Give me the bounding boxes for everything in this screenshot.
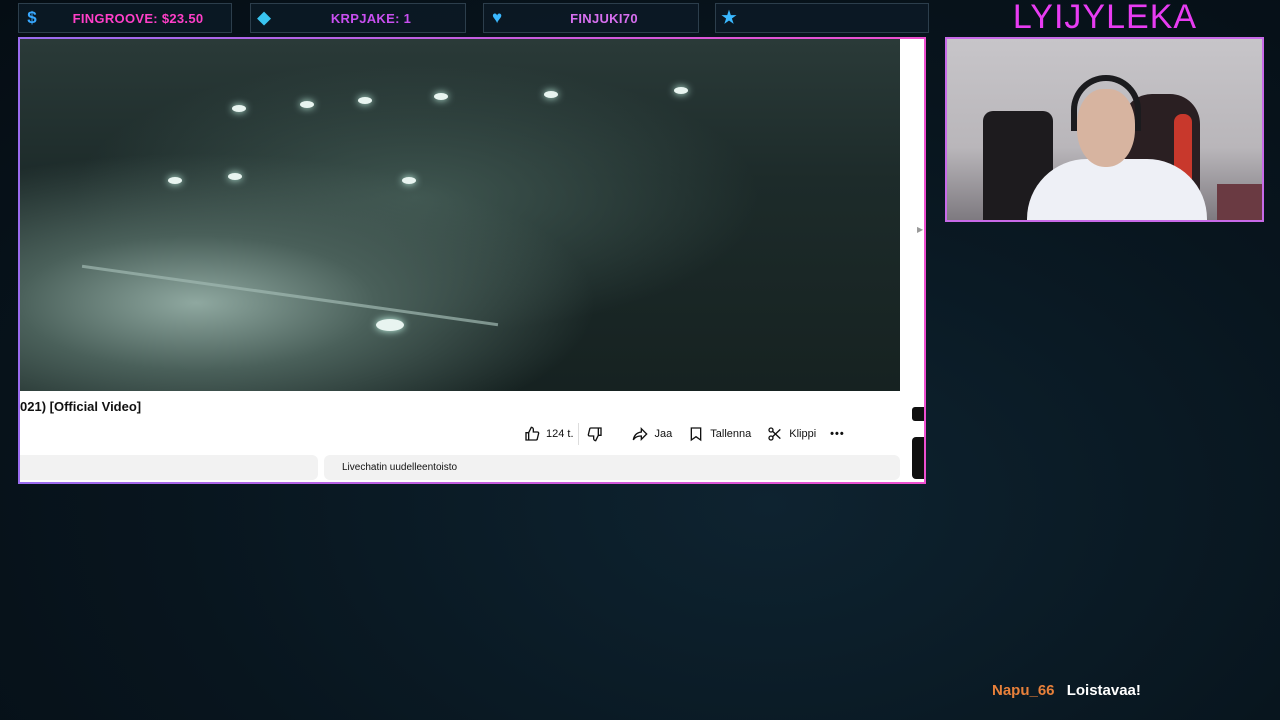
stage-light	[300, 101, 314, 108]
alert-text: FINJUKI70	[570, 10, 638, 26]
alert-text: KRPJAKE: 1	[330, 10, 412, 26]
bookmark-icon	[690, 427, 702, 442]
alert-top-donation: $ FINGROOVE: $23.50	[18, 3, 232, 33]
like-button[interactable]: 124 t.	[516, 423, 578, 445]
dislike-button[interactable]	[577, 423, 623, 445]
streamer-body	[1027, 159, 1207, 220]
stage-light	[168, 177, 182, 184]
save-button[interactable]: Tallenna	[680, 423, 759, 445]
video-player[interactable]	[20, 39, 900, 391]
alert-text: FINGROOVE: $23.50	[72, 10, 204, 26]
side-badge	[912, 437, 924, 479]
chat-username: Napu_66	[992, 682, 1055, 699]
thumbs-up-icon	[525, 426, 540, 441]
clip-label: Klippi	[789, 428, 817, 440]
dollar-icon: $	[27, 8, 37, 27]
chat-replay-button[interactable]: Livechatin uudelleentoisto	[324, 455, 900, 480]
stage-light	[402, 177, 416, 184]
share-icon	[632, 427, 648, 441]
like-count: 124 t.	[546, 428, 574, 440]
webcam-feed	[945, 37, 1264, 222]
stage-light	[358, 97, 372, 104]
share-button[interactable]: Jaa	[623, 423, 681, 445]
heart-icon: ♥	[491, 8, 503, 27]
save-label: Tallenna	[710, 428, 752, 440]
channel-name: LYIJYLEKA	[1012, 0, 1198, 36]
stage-light	[434, 93, 448, 100]
stage-light	[228, 173, 242, 180]
scissors-icon	[768, 427, 782, 441]
alert-latest-follower: ♥ FINJUKI70	[483, 3, 699, 33]
thumbs-down-icon	[587, 427, 602, 442]
chat-text: Loistavaa!	[1066, 682, 1141, 699]
more-actions-button[interactable]: •••	[824, 423, 851, 445]
stage-light	[674, 87, 688, 94]
stage-edge	[81, 264, 499, 327]
browser-capture: ▶ 021) [Official Video] 124 t. Jaa Talle…	[18, 37, 926, 484]
video-title: 021) [Official Video]	[20, 399, 142, 414]
diamond-icon: ◆	[257, 8, 271, 27]
scroll-arrow-icon[interactable]: ▶	[917, 225, 923, 234]
chat-message: Napu_66 Loistavaa!	[992, 682, 1141, 699]
clip-button[interactable]: Klippi	[759, 423, 824, 445]
alert-latest-subscriber: ★	[715, 3, 929, 33]
headset	[1071, 75, 1141, 131]
description-strip	[20, 455, 318, 480]
share-label: Jaa	[654, 428, 673, 440]
background-shelf	[1217, 184, 1262, 220]
side-badge	[912, 407, 924, 421]
star-icon: ★	[721, 8, 737, 27]
video-actions: 124 t. Jaa Tallenna Klippi •••	[516, 423, 851, 445]
stage-light	[376, 319, 404, 331]
stage-light	[544, 91, 558, 98]
stage-light	[232, 105, 246, 112]
alert-top-bits: ◆ KRPJAKE: 1	[250, 3, 466, 33]
